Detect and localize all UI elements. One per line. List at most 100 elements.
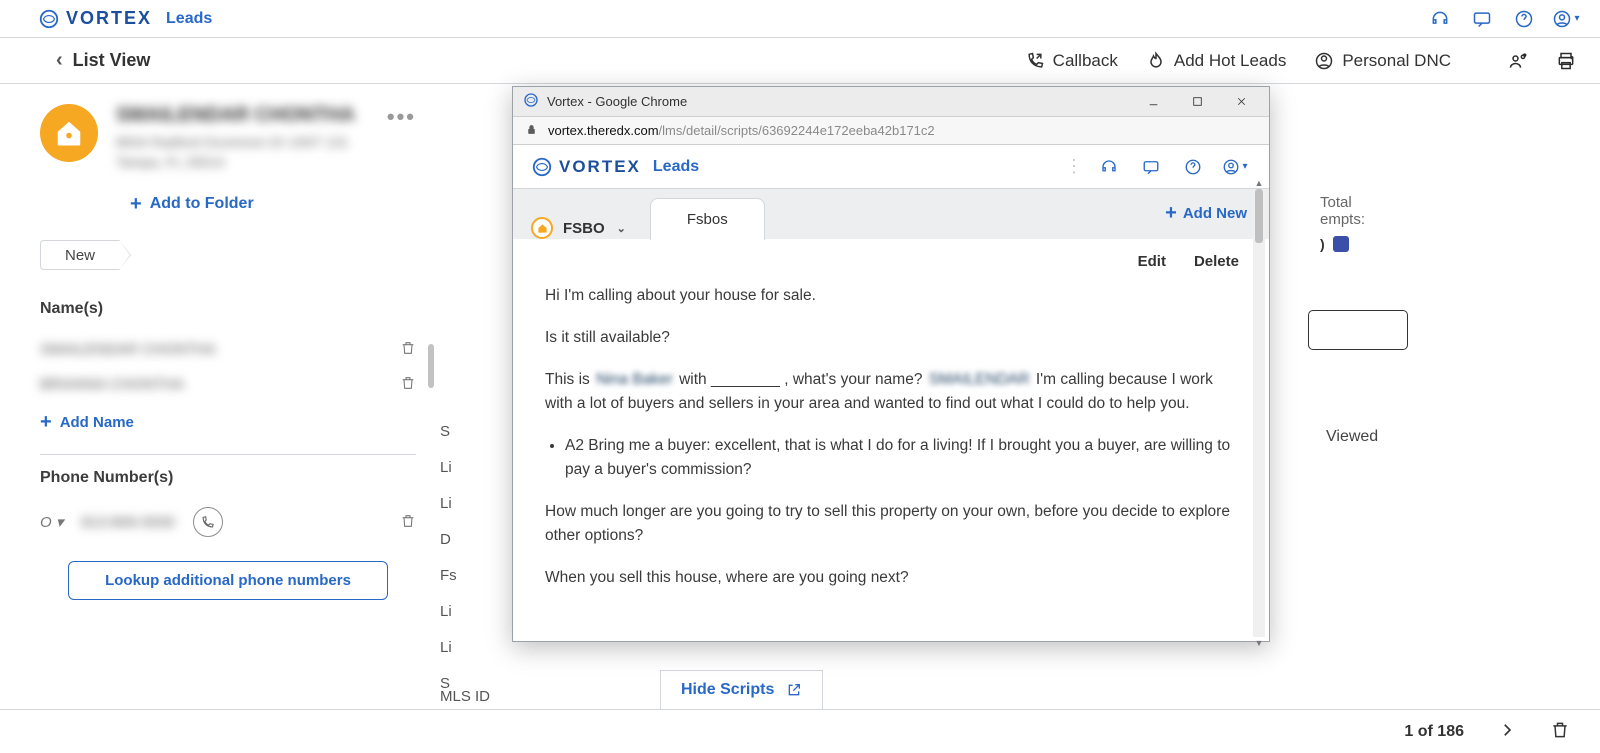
lead-left-panel: SMAILENDAR CHONTHA 8834 Radford Drummon … [0,84,440,709]
window-maximize-button[interactable] [1179,87,1215,117]
back-label: List View [73,50,151,71]
caret-down-icon: ⌄ [617,222,626,235]
brand-logo[interactable]: VORTEX [38,8,152,30]
contacts-icon-button[interactable] [1508,51,1528,71]
plus-icon: + [1165,203,1177,223]
add-to-folder-button[interactable]: + Add to Folder [130,194,416,214]
redacted-agent-name: Nina Baker [594,368,675,392]
chevron-left-icon: ‹ [56,49,63,72]
scripts-popup-window: Vortex - Google Chrome vortex.theredx.co… [512,86,1270,642]
script-bullet: A2 Bring me a buyer: excellent, that is … [565,434,1237,482]
back-to-list-view[interactable]: ‹ List View [56,49,150,72]
window-minimize-button[interactable] [1135,87,1171,117]
popup-brand-section[interactable]: Leads [653,158,699,176]
name-row: SMAILENDAR CHONTHA [40,332,416,367]
dial-phone-button[interactable] [193,507,223,537]
info-badge-icon[interactable] [1333,236,1349,252]
window-close-button[interactable] [1223,87,1259,117]
brand-section-label[interactable]: Leads [166,10,212,28]
callback-label: Callback [1053,51,1118,71]
add-hot-leads-label: Add Hot Leads [1174,51,1286,71]
headset-icon[interactable] [1093,151,1125,183]
delete-script-button[interactable]: Delete [1194,253,1239,270]
add-new-label: Add New [1183,205,1247,222]
plus-icon: + [130,194,142,214]
url-host: vortex.theredx.com [548,123,659,138]
personal-dnc-label: Personal DNC [1342,51,1451,71]
caret-down-icon: ▾ [1242,161,1247,172]
vortex-swirl-icon [531,156,553,178]
lead-info: SMAILENDAR CHONTHA 8834 Radford Drummon … [116,104,369,172]
mls-id-label: MLS ID [440,688,490,705]
help-icon[interactable] [1177,151,1209,183]
stat-value: ) [1320,236,1325,252]
separator [1479,48,1480,74]
script-tab-fsbos[interactable]: Fsbos [650,198,765,240]
account-menu[interactable]: ▾ [1550,3,1582,35]
pager-next-button[interactable] [1498,721,1516,742]
url-path: /lms/detail/scripts/63692244e172eeba42b1… [659,123,935,138]
lookup-phones-button[interactable]: Lookup additional phone numbers [68,561,388,600]
brand-bar: VORTEX Leads ▾ [0,0,1600,38]
lead-avatar-icon [40,104,98,162]
add-new-script-button[interactable]: + Add New [1165,203,1247,223]
delete-name-button[interactable] [400,340,416,359]
hide-scripts-label: Hide Scripts [681,681,774,699]
add-name-button[interactable]: + Add Name [40,412,416,432]
add-hot-leads-button[interactable]: Add Hot Leads [1146,51,1286,71]
chat-icon[interactable] [1466,3,1498,35]
phone-value: 813-806-0930 [81,514,174,531]
scroll-down-arrow-icon[interactable]: ▼ [1253,637,1265,649]
right-card [1308,294,1558,350]
brand-name: VORTEX [66,8,152,29]
popup-window-titlebar[interactable]: Vortex - Google Chrome [513,87,1269,117]
phone-callback-icon [1025,51,1045,71]
popup-url-bar[interactable]: vortex.theredx.com/lms/detail/scripts/63… [513,117,1269,145]
script-line: This is Nina Baker with ________ , what'… [545,368,1237,416]
scroll-up-arrow-icon[interactable]: ▲ [1253,177,1265,189]
viewed-card[interactable]: Viewed [1308,414,1558,460]
add-name-label: Add Name [60,414,134,431]
pager-label: 1 of 186 [1404,723,1464,741]
text-input[interactable] [1308,310,1408,350]
chat-icon[interactable] [1135,151,1167,183]
popup-brand-name: VORTEX [559,157,641,177]
divider [40,454,416,455]
toolbar: ‹ List View Callback Add Hot Leads Perso… [0,38,1600,84]
popup-tabs-bar: FSBO ⌄ Fsbos + Add New [513,189,1269,239]
hide-scripts-button[interactable]: Hide Scripts [660,670,823,709]
script-type-label: FSBO [563,220,605,237]
print-icon-button[interactable] [1556,51,1576,71]
popup-scrollbar[interactable]: ▲ ▼ [1253,189,1265,637]
lead-more-menu[interactable]: ••• [387,104,416,130]
scroll-thumb[interactable] [428,344,434,388]
name-value: BRIANNA CHONTHA [40,376,400,393]
scroll-thumb[interactable] [1255,189,1263,243]
user-circle-icon [1552,9,1572,29]
delete-phone-button[interactable] [400,513,416,532]
footer: 1 of 186 [0,709,1600,753]
name-row: BRIANNA CHONTHA [40,367,416,402]
account-menu[interactable]: ▾ [1219,151,1251,183]
script-body[interactable]: Hi I'm calling about your house for sale… [513,284,1269,641]
headset-icon[interactable] [1424,3,1456,35]
help-icon[interactable] [1508,3,1540,35]
user-circle-icon [1222,158,1240,176]
caret-down-icon: ▾ [1574,13,1579,24]
script-line: Hi I'm calling about your house for sale… [545,284,1237,308]
edit-script-button[interactable]: Edit [1138,253,1166,270]
callback-button[interactable]: Callback [1025,51,1118,71]
script-line: When you sell this house, where are you … [545,566,1237,590]
delete-lead-button[interactable] [1550,720,1570,743]
personal-dnc-button[interactable]: Personal DNC [1314,51,1451,71]
dnc-icon [1314,51,1334,71]
phone-type-selector[interactable]: O ▾ [40,513,63,531]
names-section-label: Name(s) [40,300,416,318]
popup-brand-logo[interactable]: VORTEX [531,156,641,178]
delete-name-button[interactable] [400,375,416,394]
lead-status-chip[interactable]: New [40,240,120,270]
script-type-selector[interactable]: FSBO ⌄ [531,217,626,239]
total-attempts-label: Totalempts: [1320,194,1560,228]
favicon-icon [523,92,539,111]
phones-section-label: Phone Number(s) [40,469,416,487]
